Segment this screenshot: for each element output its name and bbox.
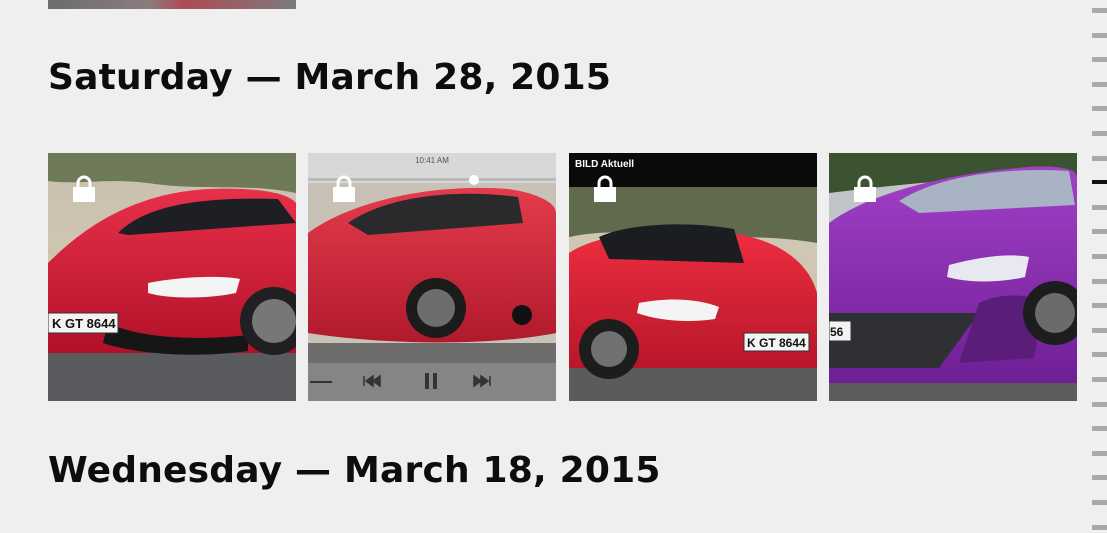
scrubber-tick[interactable] bbox=[1092, 106, 1107, 111]
scrubber-tick[interactable] bbox=[1092, 57, 1107, 62]
lock-icon bbox=[333, 175, 355, 202]
scrubber-tick[interactable] bbox=[1092, 451, 1107, 456]
scrubber-tick[interactable] bbox=[1092, 82, 1107, 87]
video-thumbnail[interactable]: 10:41 AM bbox=[308, 153, 556, 401]
scrubber-tick[interactable] bbox=[1092, 352, 1107, 357]
scrubber-tick[interactable] bbox=[1092, 156, 1107, 161]
photo-thumbnail[interactable]: K GT 8644 bbox=[48, 153, 296, 401]
photo-library-page: Saturday — March 28, 2015 K GT 8644 10:4… bbox=[0, 0, 1107, 533]
scrubber-tick[interactable] bbox=[1092, 500, 1107, 505]
scrubber-tick[interactable] bbox=[1092, 279, 1107, 284]
license-plate: K GT 8644 bbox=[52, 316, 116, 331]
lock-icon bbox=[594, 175, 616, 202]
lock-icon bbox=[854, 175, 876, 202]
status-bar-time: 10:41 AM bbox=[415, 156, 449, 165]
scrubber-tick[interactable] bbox=[1092, 131, 1107, 136]
photo-thumbnail[interactable]: 56 bbox=[829, 153, 1077, 401]
section-date-heading: Wednesday — March 18, 2015 bbox=[48, 450, 661, 491]
scrubber-tick[interactable] bbox=[1092, 205, 1107, 210]
scrubber-tick[interactable] bbox=[1092, 525, 1107, 530]
scrubber-tick[interactable] bbox=[1092, 328, 1107, 333]
section-date-heading: Saturday — March 28, 2015 bbox=[48, 57, 612, 98]
scrubber-tick[interactable] bbox=[1092, 254, 1107, 259]
photo-caption: BILD Aktuell bbox=[575, 159, 634, 170]
lock-icon bbox=[73, 175, 95, 202]
scrubber-tick[interactable] bbox=[1092, 377, 1107, 382]
scrubber-tick[interactable] bbox=[1092, 475, 1107, 480]
scrubber-tick-active[interactable] bbox=[1092, 180, 1107, 184]
scrubber-tick[interactable] bbox=[1092, 8, 1107, 13]
previous-photo-thumbnail[interactable] bbox=[48, 0, 296, 9]
license-plate: K GT 8644 bbox=[747, 336, 806, 350]
scrubber-tick[interactable] bbox=[1092, 402, 1107, 407]
scrubber-tick[interactable] bbox=[1092, 426, 1107, 431]
scrubber-tick[interactable] bbox=[1092, 33, 1107, 38]
license-plate: 56 bbox=[830, 325, 844, 339]
scrubber-tick[interactable] bbox=[1092, 229, 1107, 234]
scrubber-tick[interactable] bbox=[1092, 303, 1107, 308]
timeline-scrubber[interactable] bbox=[1092, 0, 1107, 533]
photo-thumbnail[interactable]: BILD Aktuell K GT 8644 bbox=[569, 153, 817, 401]
